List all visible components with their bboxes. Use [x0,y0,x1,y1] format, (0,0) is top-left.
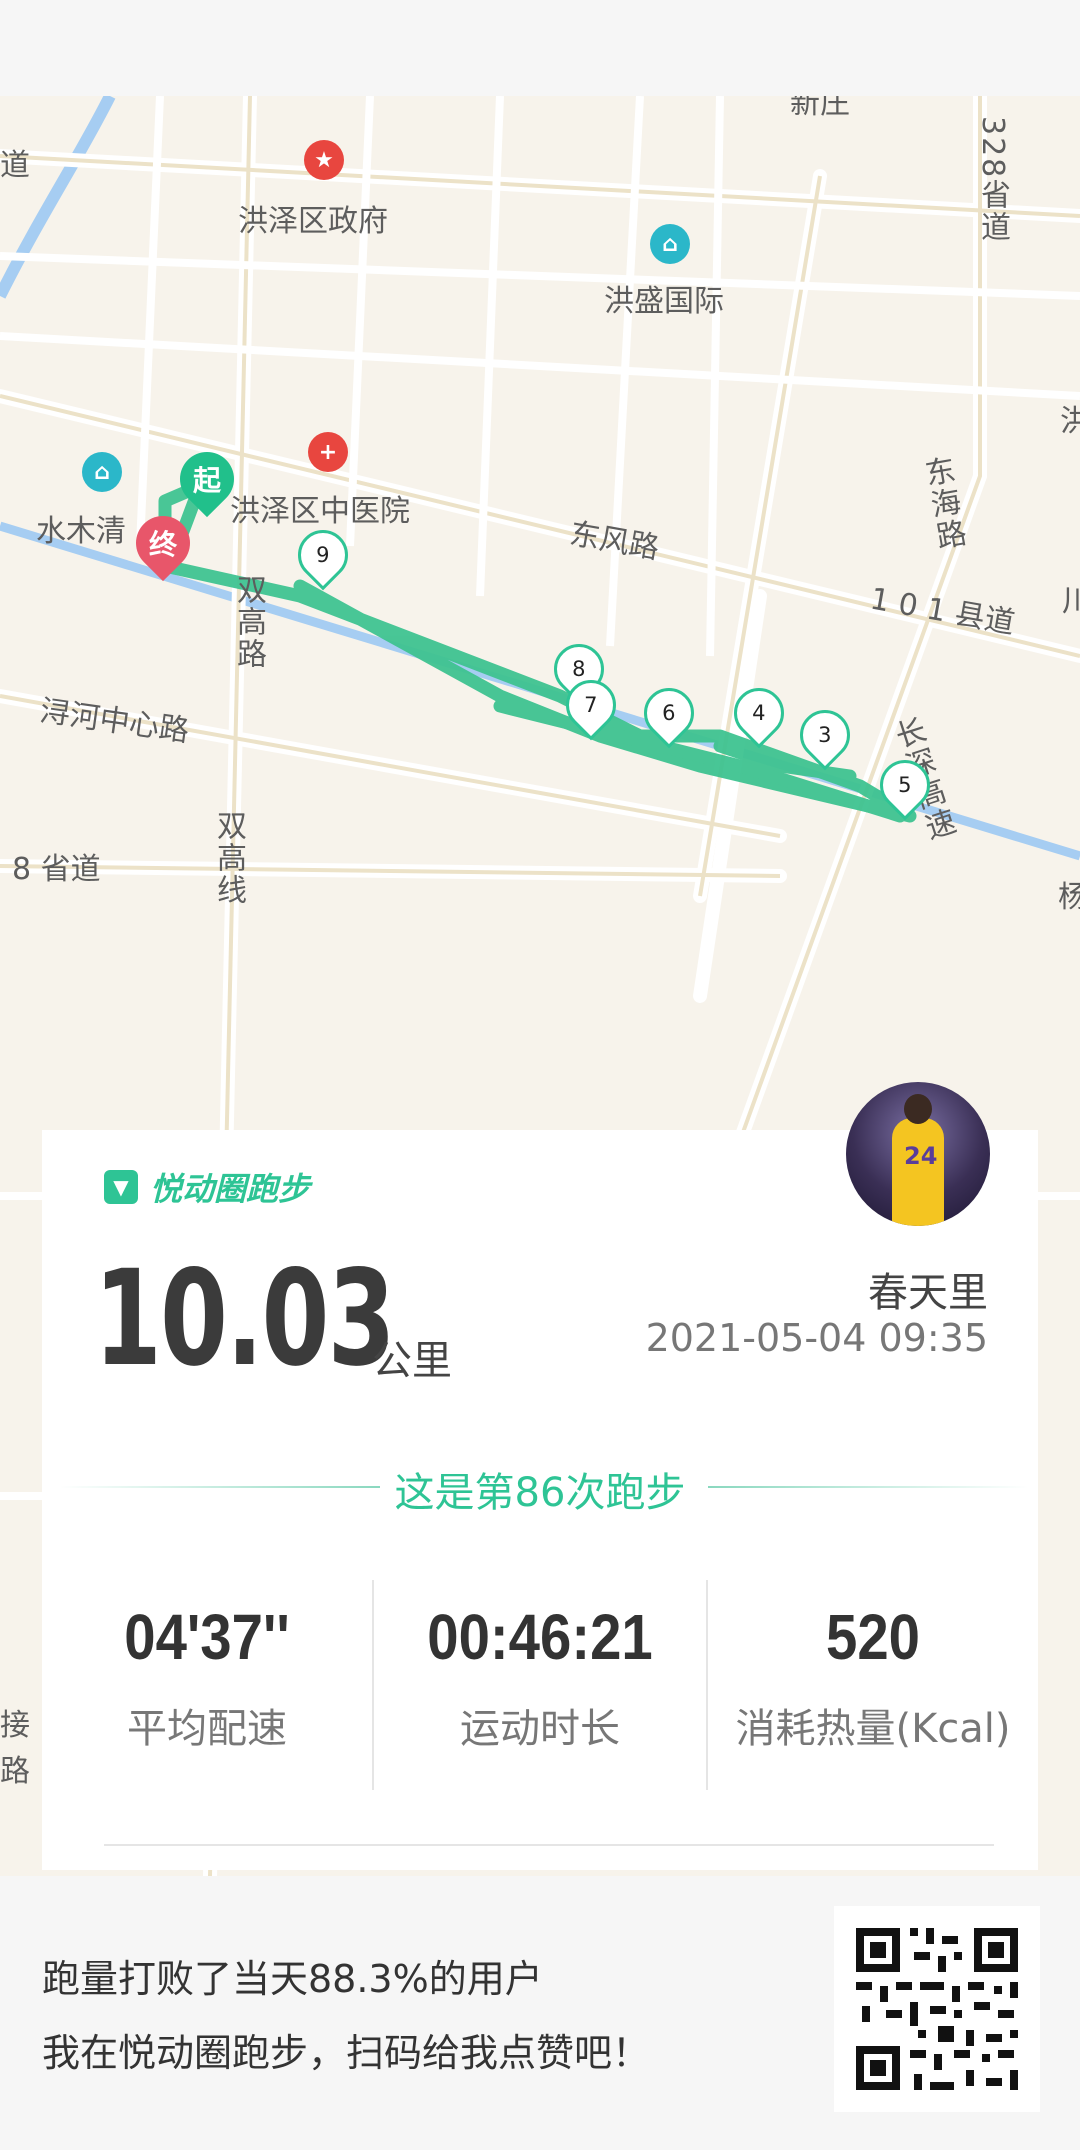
stat-label: 运动时长 [460,1706,620,1752]
map-label-lu-edge: 路 [0,1754,30,1789]
run-count-text: 这是第86次跑步 [394,1470,686,1516]
divider-right [708,1486,1028,1488]
end-pin-label: 终 [148,528,178,562]
map-label-shuimu: 水木清 [36,514,126,549]
qr-code-icon [834,1906,1040,2112]
map-label-top-edge: 新庄 [790,96,850,121]
gov-star-icon[interactable]: ★ [304,140,344,180]
map-label-tcm-hospital: 洪泽区中医院 [230,494,410,529]
km-marker-label: 8 [572,657,586,681]
map-label-yang-edge: 杨 [1058,880,1080,915]
building-icon[interactable]: ⌂ [650,224,690,264]
yuedong-logo-icon: ▼ [104,1170,138,1204]
distance-value: 10.03 [94,1242,395,1396]
km-marker-label: 6 [662,701,676,725]
residence-icon[interactable]: ⌂ [82,452,122,492]
map-label-jie-edge: 接 [0,1708,30,1743]
stat-separator [372,1580,374,1790]
map-label-provincial-8: 8 省道 [12,852,101,887]
stat-calories: 520 消耗热量(Kcal) [708,1600,1038,1754]
qr-code[interactable] [834,1906,1040,2112]
map-label-gov: 洪泽区政府 [238,204,388,239]
brand: ▼ 悦动圈跑步 [104,1164,310,1210]
footer-share-text: 我在悦动圈跑步，扫码给我点赞吧！ [42,2031,651,2075]
km-marker-label: 9 [316,543,330,567]
map-label-provincial-328: 328省道 [975,116,1010,244]
brand-name: 悦动圈跑步 [150,1170,311,1208]
stat-label: 消耗热量(Kcal) [735,1706,1011,1752]
card-bottom-divider [104,1844,994,1846]
run-summary-card: ▼ 悦动圈跑步 24 10.03 公里 春天里 2021-05-04 09:35… [42,1082,1038,1870]
map-label-dao-edge: 道 [0,148,30,183]
hospital-cross-icon[interactable]: + [308,432,348,472]
map-label-shuanggao-line: 双高线 [211,810,246,906]
km-marker-label: 4 [752,701,766,725]
map-label-hongsheng: 洪盛国际 [604,284,724,319]
avatar[interactable]: 24 [846,1082,990,1226]
stat-value: 520 [826,1601,920,1673]
stat-duration: 00:46:21 运动时长 [375,1600,705,1754]
map-label-hong-edge: 洪 [1060,404,1080,439]
run-datetime: 2021-05-04 09:35 [645,1316,988,1360]
footer-rank-text: 跑量打败了当天88.3%的用户 [42,1957,543,2001]
map-label-shuanggao-road: 双高路 [231,574,266,670]
stat-pace: 04'37'' 平均配速 [42,1600,372,1754]
distance-unit: 公里 [372,1338,452,1384]
stat-value: 04'37'' [124,1601,290,1673]
km-marker-label: 3 [818,723,832,747]
stat-value: 00:46:21 [427,1601,653,1673]
user-name: 春天里 [868,1270,988,1316]
start-pin-label: 起 [192,464,222,498]
km-marker-label: 7 [584,693,598,717]
stat-label: 平均配速 [127,1706,287,1752]
km-marker-label: 5 [898,773,912,797]
map-label-chuan-edge: 川 [1062,584,1080,619]
